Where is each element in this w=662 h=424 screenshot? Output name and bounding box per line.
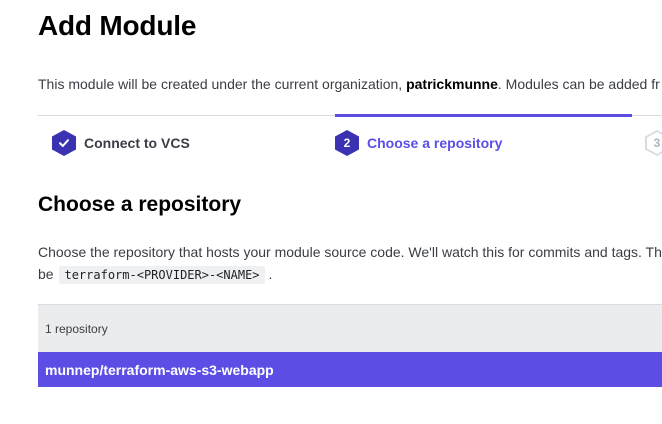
section-description: Choose the repository that hosts your mo…	[38, 241, 662, 286]
naming-pattern-code: terraform-<PROVIDER>-<NAME>	[59, 266, 265, 284]
repository-item[interactable]: munnep/terraform-aws-s3-webapp	[38, 352, 662, 387]
step-number-badge: 3	[645, 130, 662, 156]
intro-prefix: This module will be created under the cu…	[38, 76, 407, 92]
repository-list: 1 repository munnep/terraform-aws-s3-web…	[38, 304, 662, 387]
step-number-badge: 2	[335, 130, 359, 156]
step-label: Choose a repository	[367, 135, 503, 151]
page-title: Add Module	[38, 10, 197, 41]
step-number: 2	[343, 136, 351, 150]
organization-name: patrickmunne	[406, 76, 498, 92]
intro-suffix: . Modules can be added fr	[497, 76, 660, 92]
step-connect-vcs[interactable]: Connect to VCS	[52, 116, 190, 170]
description-line-2-prefix: be	[38, 266, 54, 282]
step-number: 3	[653, 136, 661, 150]
repository-count: 1 repository	[38, 305, 662, 352]
step-choose-repository: 2 Choose a repository	[335, 114, 632, 170]
step-label: Connect to VCS	[84, 135, 190, 151]
section-title: Choose a repository	[38, 193, 242, 216]
intro-text: This module will be created under the cu…	[38, 76, 660, 92]
description-line-1: Choose the repository that hosts your mo…	[38, 244, 662, 260]
description-line-2-suffix: .	[268, 266, 273, 282]
check-icon	[59, 139, 69, 147]
step-complete-badge	[52, 130, 76, 156]
step-configure: 3	[645, 116, 662, 170]
description-line-2: be terraform-<PROVIDER>-<NAME> .	[38, 263, 662, 286]
progress-steps: Connect to VCS 2 Choose a repository 3	[38, 114, 662, 170]
